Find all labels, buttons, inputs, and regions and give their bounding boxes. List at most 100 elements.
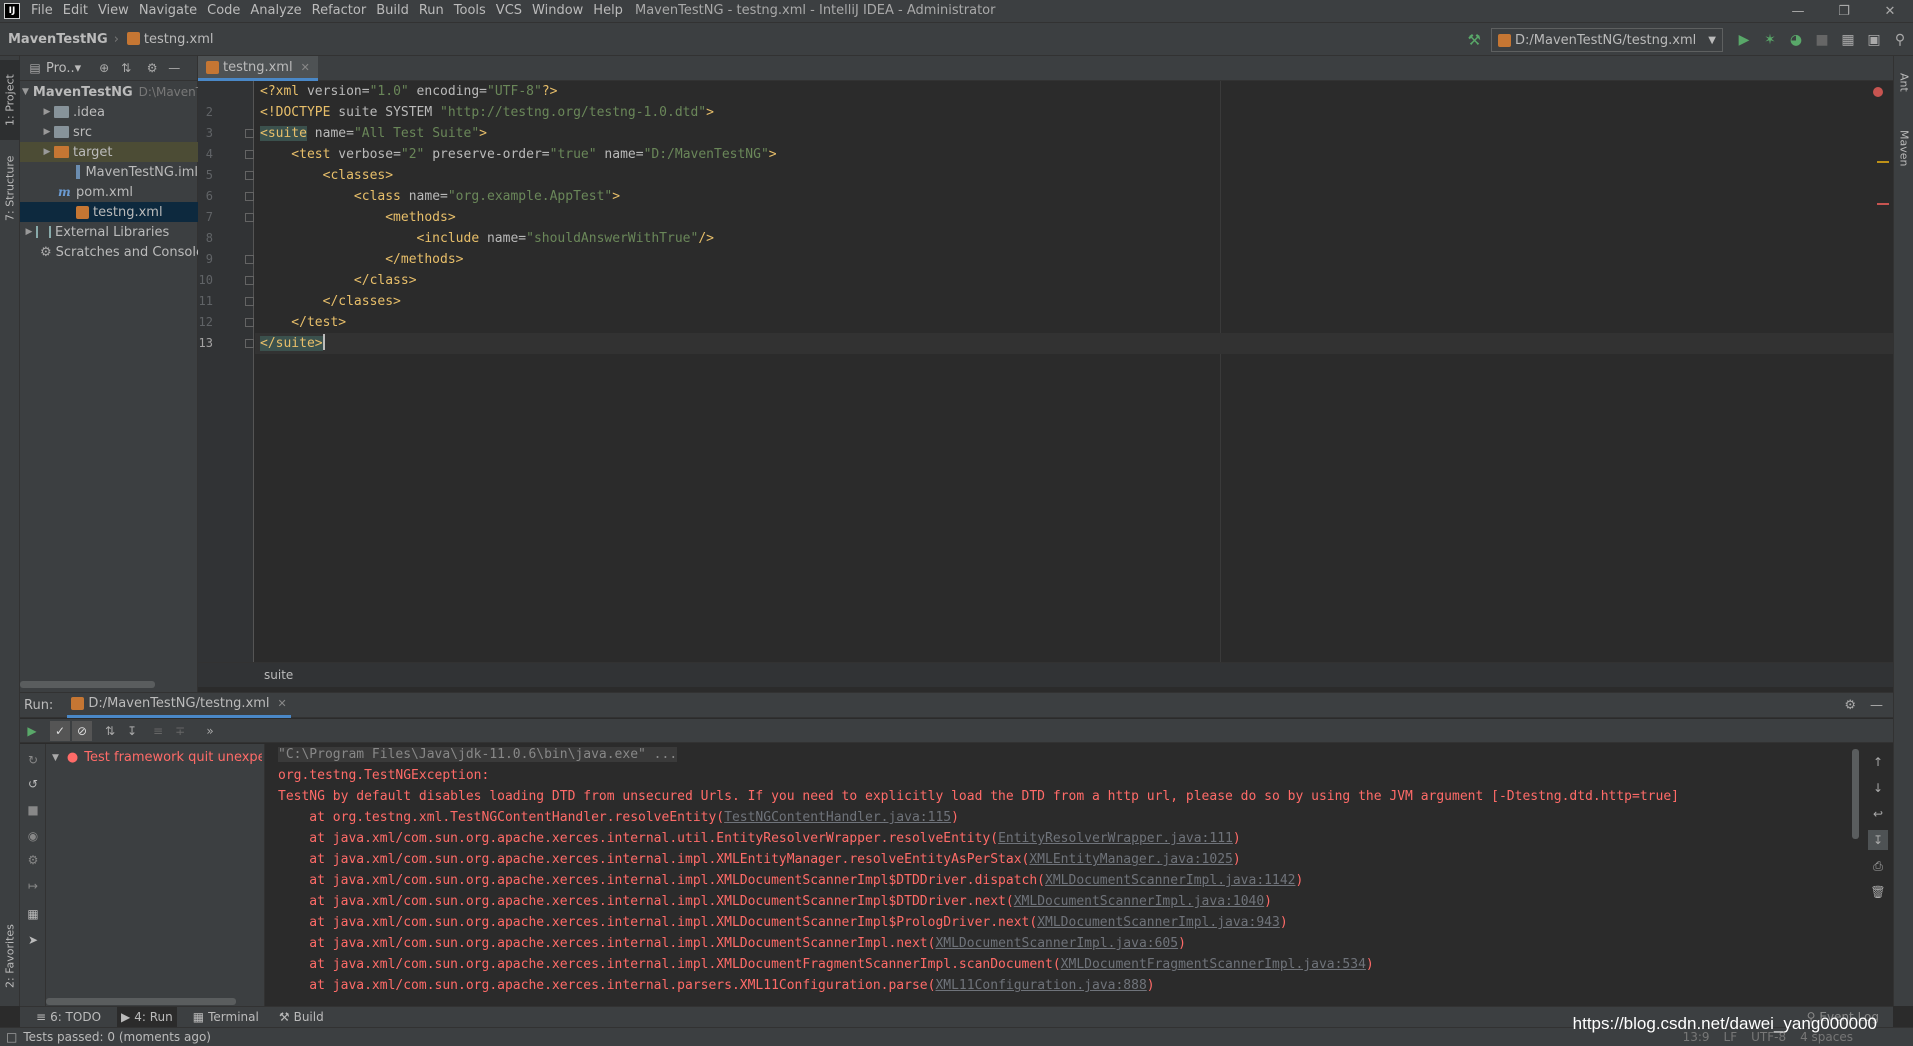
fold-marker-icon[interactable]: [245, 171, 254, 180]
fold-marker-icon[interactable]: [245, 213, 254, 222]
menu-vcs[interactable]: VCS: [491, 0, 527, 22]
trash-icon[interactable]: 🗑: [1868, 882, 1888, 902]
tree-item-scratches[interactable]: ⚙ Scratches and Consoles: [20, 242, 211, 262]
menu-help[interactable]: Help: [588, 0, 628, 22]
tree-item-iml[interactable]: MavenTestNG.iml: [20, 162, 198, 182]
source-link[interactable]: XMLDocumentScannerImpl.java:605: [935, 936, 1178, 951]
status-toggle-icon[interactable]: □: [6, 1030, 17, 1044]
source-link[interactable]: XML11Configuration.java:888: [935, 978, 1146, 993]
collapsed-arrow-icon[interactable]: ▶: [22, 227, 36, 237]
tool-tab-run[interactable]: ▶ 4: Run: [117, 1006, 177, 1028]
fold-marker-icon[interactable]: [245, 150, 254, 159]
breadcrumb-project[interactable]: MavenTestNG: [8, 32, 108, 47]
arrow-down-icon[interactable]: ↓: [1868, 778, 1888, 798]
export-icon[interactable]: ↦: [23, 876, 43, 896]
source-link[interactable]: XMLDocumentScannerImpl.java:1142: [1045, 873, 1295, 888]
layout-icon[interactable]: ▦: [23, 904, 43, 924]
search-icon[interactable]: ⚲: [1887, 27, 1913, 53]
menu-window[interactable]: Window: [527, 0, 588, 22]
presentation-icon[interactable]: ▣: [1861, 27, 1887, 53]
fold-marker-icon[interactable]: [245, 276, 254, 285]
run-configuration-select[interactable]: D:/MavenTestNG/testng.xml ▼: [1491, 28, 1723, 52]
stop-icon[interactable]: ■: [23, 800, 43, 820]
tool-tab-build[interactable]: ⚒ Build: [275, 1007, 328, 1028]
tree-item-target[interactable]: ▶ target: [20, 142, 198, 162]
source-link[interactable]: XMLEntityManager.java:1025: [1029, 852, 1233, 867]
stop-icon[interactable]: ■: [1809, 27, 1835, 53]
warning-marker[interactable]: [1877, 161, 1889, 163]
print-icon[interactable]: ⎙: [1868, 856, 1888, 876]
expanded-arrow-icon[interactable]: ▼: [52, 753, 59, 763]
restore-icon[interactable]: ❐: [1821, 0, 1867, 22]
debug-icon[interactable]: ✶: [1757, 27, 1783, 53]
close-tab-icon[interactable]: ✕: [278, 697, 287, 710]
menu-navigate[interactable]: Navigate: [134, 0, 202, 22]
menu-analyze[interactable]: Analyze: [245, 0, 306, 22]
tree-item-project-root[interactable]: ▼ MavenTestNG D:\MavenTestNG: [20, 82, 238, 102]
project-structure-icon[interactable]: ▦: [1835, 27, 1861, 53]
arrow-up-icon[interactable]: ↑: [1868, 752, 1888, 772]
collapsed-arrow-icon[interactable]: ▶: [40, 147, 54, 157]
locate-icon[interactable]: ⊕: [93, 61, 115, 75]
tool-tab-ant[interactable]: Ant: [1894, 62, 1913, 102]
scroll-to-end-icon[interactable]: ↧: [1868, 830, 1888, 850]
hide-panel-icon[interactable]: —: [163, 61, 185, 75]
source-link[interactable]: EntityResolverWrapper.java:111: [998, 831, 1233, 846]
build-hammer-icon[interactable]: ⚒: [1468, 31, 1481, 49]
tree-item-testng[interactable]: testng.xml: [20, 202, 198, 222]
close-tab-icon[interactable]: ✕: [301, 61, 310, 74]
console-output[interactable]: "C:\Program Files\Java\jdk-11.0.6\bin\ja…: [266, 744, 1862, 1007]
code-editor[interactable]: <?xml version="1.0" encoding="UTF-8"?> <…: [255, 81, 1893, 662]
rerun-failed-icon[interactable]: ↻: [23, 750, 43, 770]
editor-breadcrumb[interactable]: suite: [198, 662, 1893, 687]
toggle-auto-test-icon[interactable]: ↺: [23, 774, 43, 794]
show-ignored-icon[interactable]: ⊘: [72, 721, 92, 741]
error-marker[interactable]: [1877, 203, 1889, 205]
menu-view[interactable]: View: [93, 0, 134, 22]
tree-item-idea[interactable]: ▶ .idea: [20, 102, 198, 122]
menu-tools[interactable]: Tools: [449, 0, 491, 22]
close-icon[interactable]: ✕: [1867, 0, 1913, 22]
pin-icon[interactable]: ➤: [23, 930, 43, 950]
gear-icon[interactable]: ⚙: [141, 61, 163, 75]
run-icon[interactable]: ▶: [1731, 27, 1757, 53]
fold-marker-icon[interactable]: [245, 339, 254, 348]
fold-marker-icon[interactable]: [245, 255, 254, 264]
breadcrumb-file[interactable]: testng.xml: [126, 31, 213, 47]
menu-refactor[interactable]: Refactor: [307, 0, 372, 22]
menu-build[interactable]: Build: [371, 0, 414, 22]
run-tab-testng[interactable]: D:/MavenTestNG/testng.xml ✕: [67, 693, 291, 718]
coverage-icon[interactable]: ◕: [1783, 27, 1809, 53]
tool-tab-structure[interactable]: 7: Structure: [0, 148, 20, 228]
source-link[interactable]: TestNGContentHandler.java:115: [724, 810, 951, 825]
tool-tab-maven[interactable]: Maven: [1894, 118, 1913, 178]
source-link[interactable]: XMLDocumentFragmentScannerImpl.java:534: [1061, 957, 1366, 972]
gear-icon[interactable]: ⚙: [1844, 698, 1856, 713]
camera-icon[interactable]: ◉: [23, 826, 43, 846]
horizontal-scrollbar[interactable]: [46, 998, 236, 1005]
console-scrollbar[interactable]: [1852, 749, 1859, 839]
menu-edit[interactable]: Edit: [58, 0, 93, 22]
fold-marker-icon[interactable]: [245, 129, 254, 138]
show-passed-icon[interactable]: ✓: [50, 721, 70, 741]
collapse-all-icon[interactable]: ⇅: [115, 61, 137, 75]
minimize-icon[interactable]: —: [1775, 0, 1821, 22]
menu-code[interactable]: Code: [202, 0, 245, 22]
fold-marker-icon[interactable]: [245, 192, 254, 201]
sort-duration-icon[interactable]: ↧: [122, 721, 142, 741]
fold-marker-icon[interactable]: [245, 297, 254, 306]
source-link[interactable]: XMLDocumentScannerImpl.java:943: [1037, 915, 1280, 930]
collapsed-arrow-icon[interactable]: ▶: [40, 107, 54, 117]
tool-tab-project[interactable]: 1: Project: [0, 60, 20, 140]
tree-item-pom[interactable]: m pom.xml: [20, 182, 198, 202]
expand-all-icon[interactable]: ≡: [148, 721, 168, 741]
project-view-select[interactable]: Pro..▾: [46, 61, 81, 76]
tree-item-src[interactable]: ▶ src: [20, 122, 198, 142]
tree-item-external-libraries[interactable]: ▶ External Libraries: [20, 222, 198, 242]
collapse-all-icon[interactable]: ∓: [170, 721, 190, 741]
menu-file[interactable]: File: [26, 0, 58, 22]
soft-wrap-icon[interactable]: ↩: [1868, 804, 1888, 824]
tool-tab-todo[interactable]: ≡ 6: TODO: [32, 1007, 105, 1028]
editor-tab-testng[interactable]: testng.xml ✕: [198, 56, 318, 81]
status-message[interactable]: Tests passed: 0 (moments ago): [23, 1030, 211, 1044]
